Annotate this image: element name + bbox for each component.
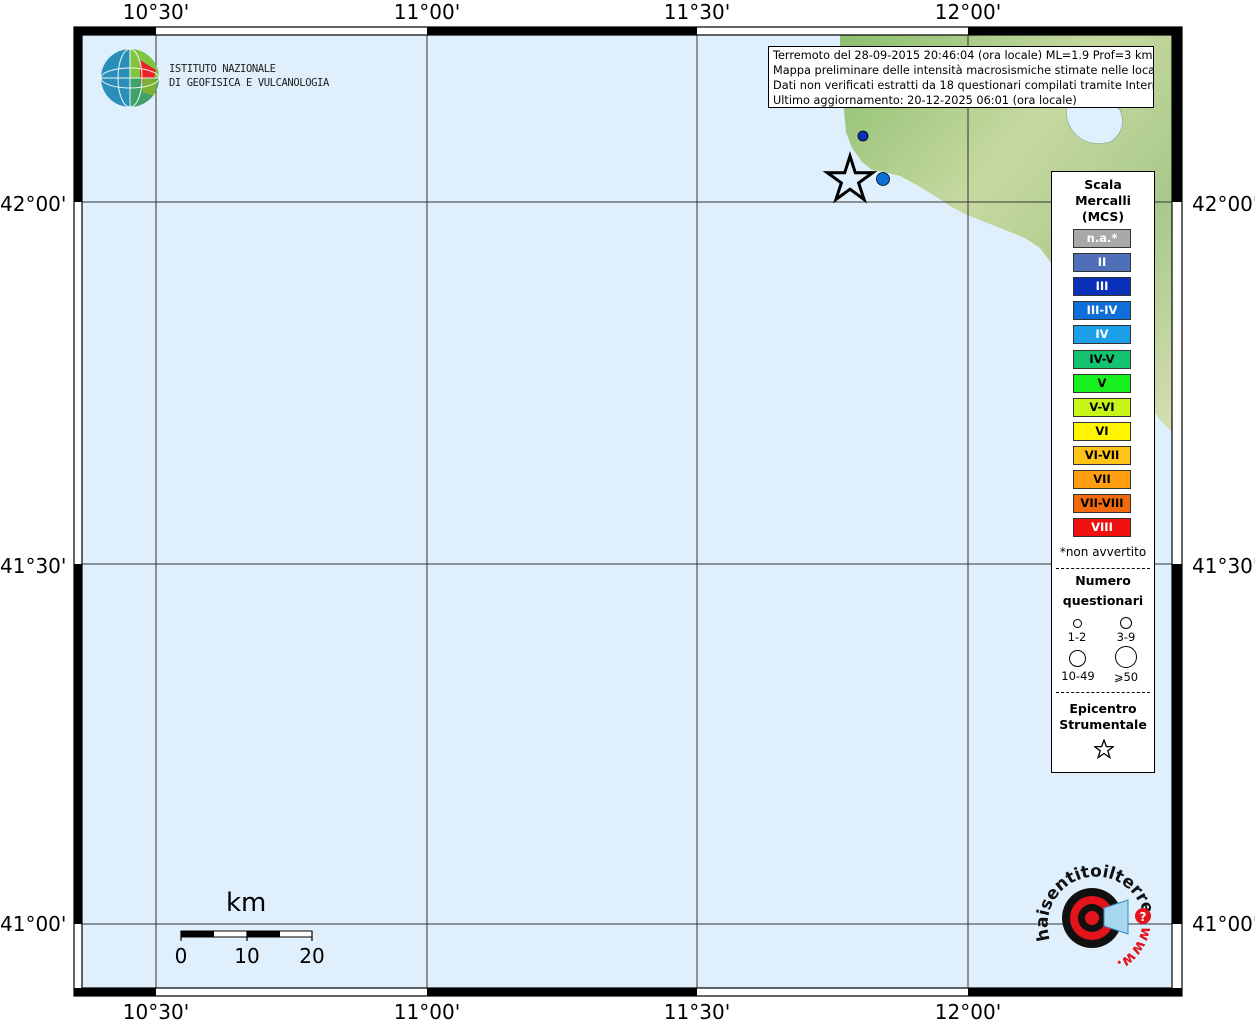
info-line2: Mappa preliminare delle intensità macros…: [773, 64, 1154, 77]
x-tick-top: 11°00': [393, 0, 461, 24]
y-tick-right: 41°30': [1192, 554, 1255, 578]
count-label: 10-49: [1061, 669, 1095, 683]
count-circle-medium-icon: [1120, 617, 1132, 629]
intensity-swatch: IV: [1073, 325, 1131, 345]
x-tick-top: 11°30': [663, 0, 731, 24]
intensity-swatch: n.a.*: [1073, 229, 1131, 248]
logo-line2: DI GEOFISICA E VULCANOLOGIA: [169, 77, 329, 89]
count-circle-large-icon: [1069, 650, 1086, 667]
count-label: ⩾50: [1113, 670, 1139, 684]
legend-divider: [1056, 692, 1150, 693]
intensity-swatch: V: [1073, 373, 1131, 393]
x-tick-bottom: 10°30': [122, 1000, 190, 1024]
x-tick-top: 12°00': [934, 0, 1002, 24]
intensity-swatch: IV-V: [1073, 349, 1131, 369]
x-tick-bottom: 11°00': [393, 1000, 461, 1024]
intensity-swatch: VI-VII: [1073, 445, 1131, 465]
intensity-swatch: VII-VIII: [1073, 494, 1131, 514]
info-line1: Terremoto del 28-09-2015 20:46:04 (ora l…: [773, 49, 1153, 62]
intensity-swatch: II: [1073, 253, 1131, 273]
intensity-swatch: VIII: [1073, 518, 1131, 538]
count-circle-xlarge-icon: [1115, 646, 1137, 668]
intensity-swatch: III-IV: [1073, 301, 1131, 321]
scale-label: 20: [299, 944, 325, 968]
epicenter-title-2: Strumentale: [1059, 717, 1147, 732]
observation-point[interactable]: [857, 130, 869, 142]
count-circle-small-icon: [1073, 619, 1082, 628]
intensity-swatch: VI: [1073, 421, 1131, 441]
x-tick-top: 10°30': [122, 0, 190, 24]
globe-icon: [100, 48, 160, 108]
hai-sentito-watermark: haisentitoilterremoto.it www. ?: [1030, 850, 1158, 975]
ingv-logo: ISTITUTO NAZIONALE DI GEOFISICA E VULCAN…: [100, 48, 329, 110]
info-line4: Ultimo aggiornamento: 20-12-2025 06:01 (…: [773, 94, 1077, 107]
na-note: *non avvertito: [1059, 545, 1147, 559]
logo-line1: ISTITUTO NAZIONALE: [169, 63, 276, 75]
intensity-swatch: VII: [1073, 470, 1131, 489]
watermark-text-bottom: www.: [1114, 925, 1156, 975]
y-tick-left: 41°30': [0, 554, 67, 578]
info-line3: Dati non verificati estratti da 18 quest…: [773, 79, 1154, 92]
x-tick-bottom: 11°30': [663, 1000, 731, 1024]
scale-label: 10: [234, 944, 260, 968]
star-icon: [1094, 739, 1114, 759]
scale-unit: km: [226, 888, 267, 918]
legend-title-2: Mercalli: [1075, 193, 1131, 208]
observation-point[interactable]: [876, 172, 890, 186]
intensity-swatch: III: [1073, 277, 1131, 297]
legend-panel: Scala Mercalli (MCS) n.a.* II III III-IV IV I…: [1051, 171, 1155, 773]
y-tick-left: 41°00': [0, 912, 67, 936]
y-tick-right: 42°00': [1192, 192, 1255, 216]
event-info-box: Terremoto del 28-09-2015 20:46:04 (ora l…: [768, 46, 1154, 108]
svg-text:?: ?: [1140, 910, 1147, 924]
count-label: 1-2: [1067, 630, 1087, 644]
legend-title-3: (MCS): [1081, 209, 1125, 224]
x-tick-bottom: 12°00': [934, 1000, 1002, 1024]
y-tick-left: 42°00': [0, 192, 67, 216]
legend-title-1: Scala: [1084, 177, 1122, 192]
intensity-swatch: V-VI: [1073, 397, 1131, 417]
legend-divider: [1056, 568, 1150, 569]
count-label: 3-9: [1116, 630, 1136, 644]
y-tick-right: 41°00': [1192, 912, 1255, 936]
svg-text:www.: www.: [1114, 925, 1156, 975]
scale-label: 0: [174, 944, 188, 968]
epicenter-title-1: Epicentro: [1069, 701, 1137, 716]
count-title-1: Numero: [1075, 573, 1131, 588]
count-title-2: questionari: [1062, 593, 1144, 608]
